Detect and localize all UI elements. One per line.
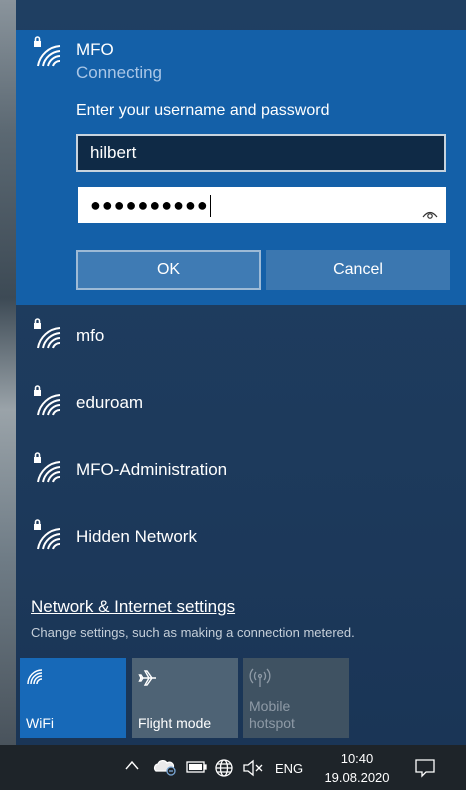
volume-muted-icon[interactable] (242, 759, 264, 780)
clock[interactable]: 10:40 19.08.2020 (318, 749, 396, 787)
network-name: eduroam (76, 393, 144, 412)
network-icon[interactable] (214, 758, 234, 781)
show-password-icon[interactable] (422, 196, 438, 232)
onedrive-icon[interactable] (152, 758, 178, 779)
text-caret (209, 195, 211, 218)
flight-mode-icon (138, 668, 158, 691)
hotspot-icon (249, 668, 271, 691)
wifi-toggle-tile[interactable]: WiFi (20, 658, 126, 738)
connection-status: Connecting (76, 63, 163, 82)
ok-button[interactable]: OK (76, 250, 261, 290)
cancel-button[interactable]: Cancel (266, 250, 450, 290)
network-name: mfo (76, 326, 105, 345)
taskbar: ENG 10:40 19.08.2020 (0, 745, 466, 790)
input-language[interactable]: ENG (275, 761, 303, 776)
wifi-secured-icon (32, 385, 61, 416)
network-item-mfo[interactable]: mfo (16, 306, 466, 368)
network-item-hidden-network[interactable]: Hidden Network (16, 507, 466, 569)
desktop-wallpaper (0, 0, 16, 745)
username-input[interactable]: hilbert (76, 134, 446, 172)
wifi-icon (26, 668, 44, 689)
wifi-secured-icon (32, 519, 61, 550)
chevron-up-icon[interactable] (124, 759, 140, 774)
password-mask: ●●●●●●●●●● (90, 195, 209, 215)
battery-icon[interactable] (186, 761, 208, 776)
credentials-prompt: Enter your username and password (76, 102, 330, 119)
network-name: Hidden Network (76, 527, 197, 546)
clock-date: 19.08.2020 (324, 770, 390, 785)
network-name: MFO-Administration (76, 460, 228, 479)
network-item-eduroam[interactable]: eduroam (16, 373, 466, 435)
clock-time: 10:40 (340, 751, 374, 766)
flight-mode-tile[interactable]: Flight mode (132, 658, 238, 738)
action-center-icon[interactable] (414, 757, 436, 782)
wifi-secured-icon (32, 452, 61, 483)
network-settings-link[interactable]: Network & Internet settings (31, 597, 235, 617)
wifi-secured-icon (32, 36, 61, 67)
wifi-secured-icon (32, 318, 61, 349)
settings-description: Change settings, such as making a connec… (31, 625, 355, 640)
active-network-name: MFO (76, 40, 114, 59)
hotspot-label: Mobile hotspot (249, 698, 295, 731)
password-input[interactable]: ●●●●●●●●●● (78, 187, 446, 223)
network-item-mfo-administration[interactable]: MFO-Administration (16, 440, 466, 502)
network-flyout: MFO Connecting Enter your username and p… (16, 0, 466, 745)
wifi-tile-label: WiFi (26, 715, 54, 731)
mobile-hotspot-tile[interactable]: Mobile hotspot (243, 658, 349, 738)
flight-mode-label: Flight mode (138, 715, 212, 731)
